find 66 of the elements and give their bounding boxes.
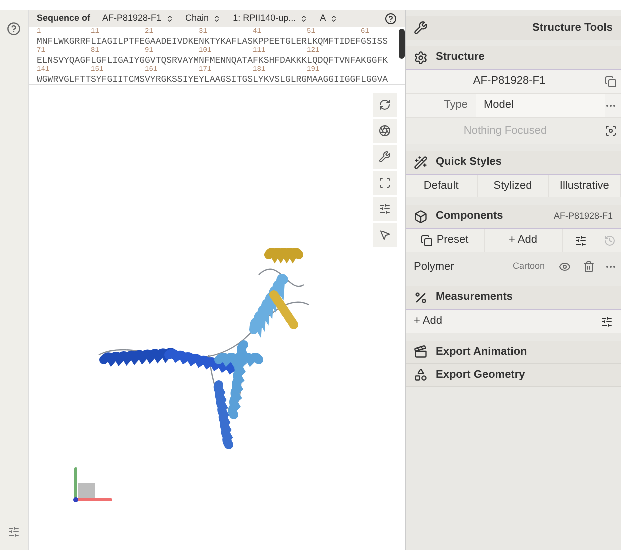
- export-header[interactable]: Export Animation: [406, 341, 621, 364]
- refresh-icon: [379, 99, 391, 111]
- percent-icon: [414, 290, 428, 304]
- sliders-icon: [575, 234, 587, 246]
- structure-label: AF-P81928-F1: [554, 210, 613, 223]
- sequence-select[interactable]: Chain: [186, 12, 222, 26]
- sequence-text[interactable]: WGWRVGLFTTSYFGIITCMSVYRGKSSIYEYLAAGSITGSLYKVSLGLRGMAAGGIIGGFLGGVA: [37, 75, 405, 84]
- pointer-icon: [379, 229, 391, 241]
- wrench-icon: [379, 151, 391, 163]
- section-title: Structure: [436, 50, 485, 66]
- section-title: Export Geometry: [436, 368, 526, 383]
- scrollbar[interactable]: [399, 29, 405, 59]
- structure-row[interactable]: AF-P81928-F1: [406, 70, 621, 94]
- section-title: Export Animation: [436, 344, 528, 360]
- viewer-tool-button[interactable]: [373, 145, 397, 169]
- panel-title: Structure Tools: [532, 20, 613, 36]
- representation-label: Cartoon: [512, 260, 546, 274]
- eye-icon[interactable]: [559, 261, 571, 273]
- sequence-text[interactable]: ELNSVYQAGFLGFLIGAIYGGVTQSRVAYMNFMENNQATAFKSHFDAKKKLQDQFTVNFAKGGFK: [37, 56, 405, 66]
- add-button[interactable]: + Add: [484, 229, 563, 252]
- copy-icon[interactable]: [605, 76, 617, 88]
- export-header[interactable]: Export Geometry: [406, 364, 621, 387]
- cube-icon: [414, 210, 428, 224]
- viewer-tool-button[interactable]: [373, 93, 397, 117]
- wand-icon: [414, 156, 428, 170]
- section-header[interactable]: Structure: [406, 46, 621, 70]
- section-title: Quick Styles: [436, 155, 502, 170]
- film-icon: [414, 345, 428, 359]
- sequence-select[interactable]: AF-P81928-F1: [102, 12, 174, 26]
- help-icon[interactable]: [7, 22, 21, 36]
- section-header[interactable]: Quick Styles: [406, 151, 621, 175]
- updown-icon: [166, 14, 174, 22]
- section-title: Components: [436, 209, 504, 224]
- component-name: Polymer: [414, 260, 456, 275]
- updown-icon: [300, 14, 308, 22]
- focus-status: Nothing Focused: [462, 124, 548, 139]
- sliders-icon[interactable]: [601, 316, 613, 328]
- sequence-text[interactable]: MNFLWKGRRFLIAGILPTFEGAADEIVDKENKTYKAFLASKPPEETGLERLKQMFTIDEFGSISS: [37, 37, 405, 47]
- viewer-tool-button[interactable]: [373, 119, 397, 143]
- viewer-tool-button[interactable]: [373, 223, 397, 247]
- preset-button[interactable]: Preset: [406, 229, 484, 252]
- sequence-select[interactable]: A: [320, 12, 338, 26]
- sequence-label: Sequence of: [37, 12, 91, 25]
- sequence-select[interactable]: 1: RPII140-up...: [233, 12, 308, 26]
- shapes-icon: [414, 368, 428, 382]
- structure-name: AF-P81928-F1: [472, 74, 547, 90]
- wrench-icon: [414, 21, 428, 35]
- section-title: Measurements: [436, 290, 514, 306]
- sliders-icon: [379, 203, 391, 215]
- viewer-tool-button[interactable]: [373, 197, 397, 221]
- history-icon: [604, 234, 616, 246]
- updown-icon: [213, 14, 222, 22]
- type-value[interactable]: Model: [476, 94, 605, 117]
- focus-icon[interactable]: [605, 125, 617, 137]
- trash-icon[interactable]: [583, 261, 595, 273]
- copy-icon: [420, 234, 433, 246]
- aperture-icon: [379, 125, 391, 137]
- section-header[interactable]: Components AF-P81928-F1: [406, 205, 621, 229]
- viewer-tool-button[interactable]: [373, 171, 397, 195]
- updown-icon: [330, 14, 338, 22]
- expand-icon: [379, 177, 391, 189]
- sliders-icon[interactable]: [8, 526, 20, 538]
- type-label: Type: [443, 98, 469, 114]
- section-header[interactable]: Measurements: [406, 286, 621, 310]
- help-icon[interactable]: [385, 12, 397, 24]
- gear-icon: [414, 50, 428, 64]
